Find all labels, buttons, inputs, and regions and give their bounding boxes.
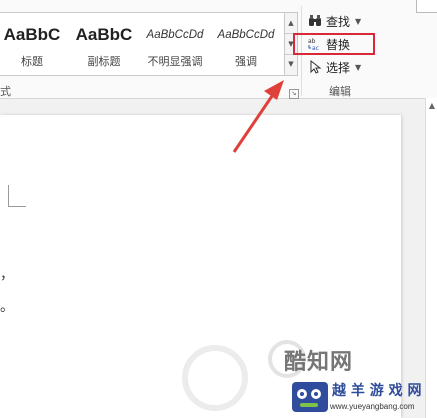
watermark-brand: 酷知网 (284, 350, 354, 375)
watermark-url: www.yueyangbang.com (330, 402, 415, 411)
watermark-circle (182, 345, 248, 411)
watermark-logo-icon (292, 382, 328, 412)
watermark-site-name: 越 羊 游 戏 网 (332, 383, 422, 399)
